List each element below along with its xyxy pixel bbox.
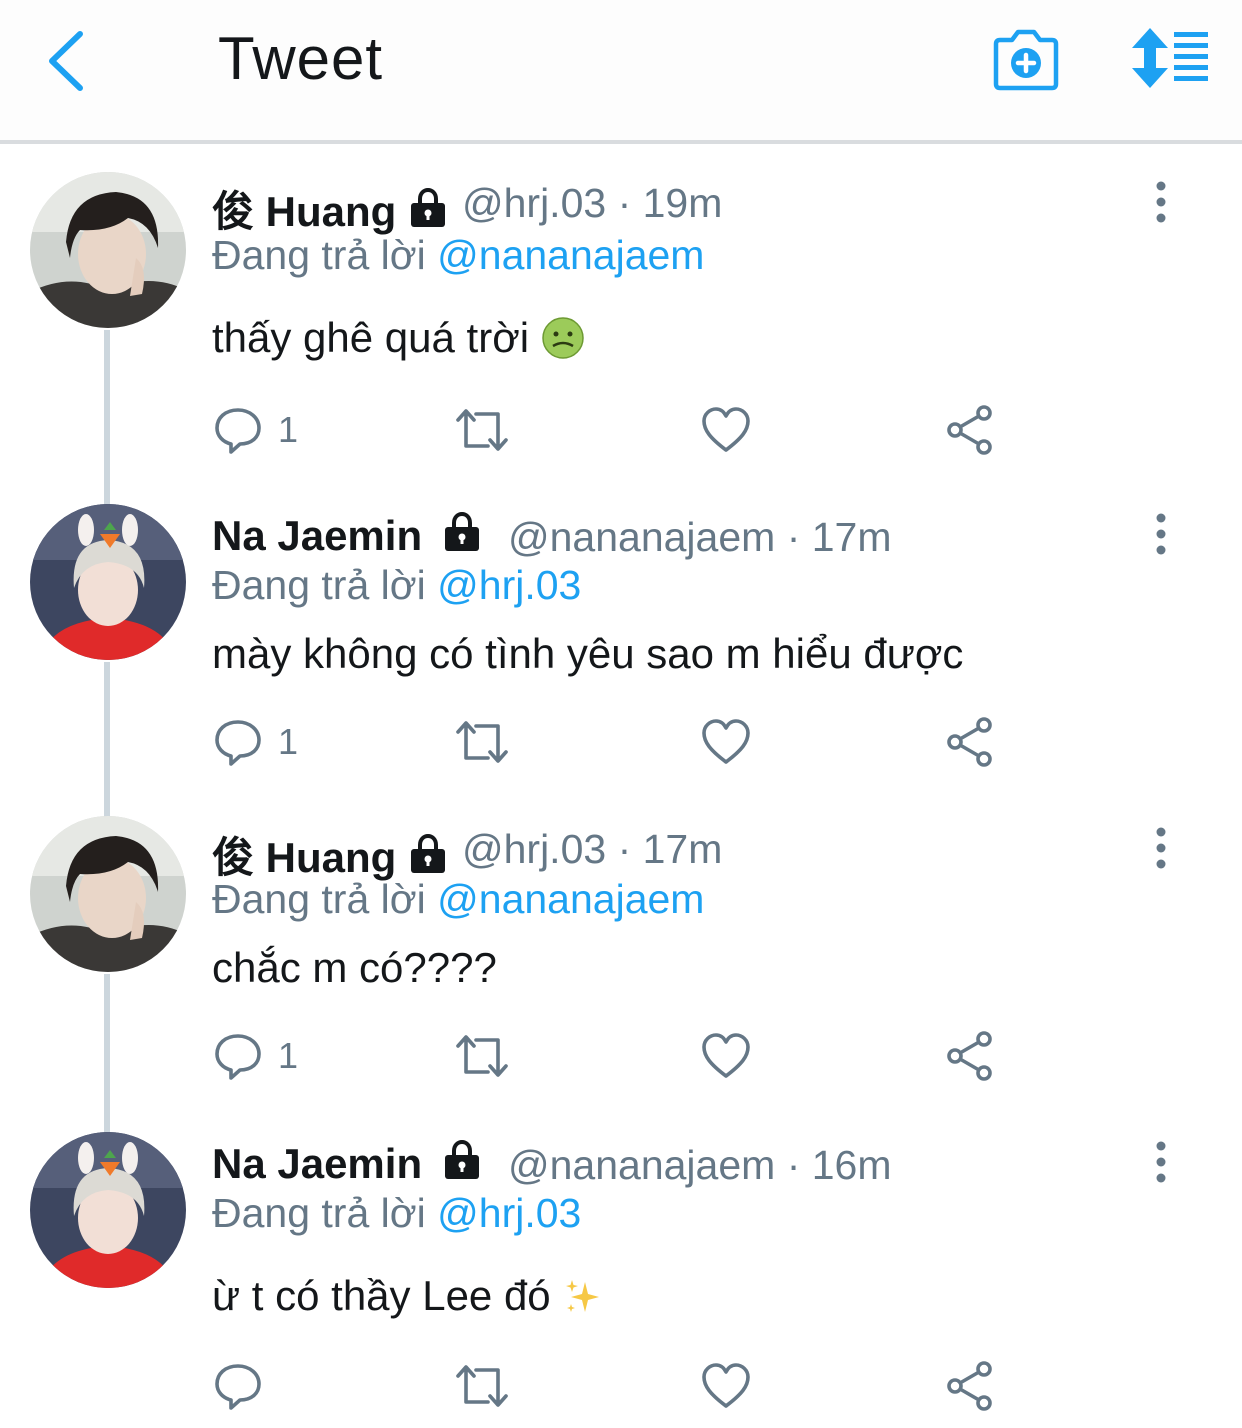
handle-time: @hrj.03 · 17m [462,826,723,872]
handle-time: @hrj.03 · 19m [462,180,723,226]
more-options-button[interactable] [1146,1140,1176,1184]
timestamp: 16m [811,1142,892,1188]
like-button[interactable] [700,1030,752,1082]
more-vertical-icon [1146,512,1176,556]
thread-line [104,974,110,1134]
like-button[interactable] [700,1360,752,1412]
heart-icon [700,1030,752,1082]
more-vertical-icon [1146,1140,1176,1184]
reply-button[interactable]: 1 [212,716,298,768]
lock-icon [442,1140,482,1180]
retweet-button[interactable] [452,1360,512,1412]
share-button[interactable] [944,716,996,768]
share-icon [944,404,996,456]
chevron-left-icon [49,31,83,91]
tweet-text: chắc m có???? [212,944,497,991]
top-nav-bar: Tweet [0,0,1242,144]
share-button[interactable] [944,1360,996,1412]
like-button[interactable] [700,716,752,768]
camera-button[interactable] [990,26,1062,92]
tweet-text: thấy ghê quá trời [212,314,585,362]
timestamp: 17m [642,826,723,872]
more-options-button[interactable] [1146,180,1176,224]
handle: @hrj.03 [462,180,607,226]
replying-to: Đang trả lời @hrj.03 [212,562,582,608]
like-button[interactable] [700,404,752,456]
mention-link[interactable]: @nananajaem [437,232,704,278]
sort-toggle-button[interactable] [1128,26,1212,90]
reply-count: 1 [278,1035,299,1076]
share-button[interactable] [944,1030,996,1082]
reply-icon [212,1360,264,1412]
retweet-button[interactable] [452,1030,512,1082]
tweet-text: ừ t có thầy Lee đó [212,1272,603,1320]
handle: @hrj.03 [462,826,607,872]
avatar[interactable] [30,1132,186,1288]
mention-link[interactable]: @hrj.03 [437,1190,581,1236]
reply-count: 1 [278,721,299,762]
reply-count: 1 [278,409,299,450]
camera-plus-icon [993,29,1059,91]
timestamp: 17m [811,514,892,560]
share-icon [944,1360,996,1412]
display-name[interactable]: Na Jaemin [212,1140,482,1188]
reply-icon [212,404,264,456]
heart-icon [700,716,752,768]
thread-line [104,662,110,818]
replying-to: Đang trả lời @nananajaem [212,232,705,278]
avatar[interactable] [30,816,186,972]
reply-button[interactable]: 1 [212,404,298,456]
handle-time: @nananajaem · 16m [508,1142,892,1188]
reply-button[interactable] [212,1360,278,1412]
retweet-icon [452,1360,512,1412]
replying-to: Đang trả lời @hrj.03 [212,1190,582,1236]
retweet-button[interactable] [452,404,512,456]
heart-icon [700,1360,752,1412]
back-button[interactable] [40,28,100,92]
retweet-icon [452,1030,512,1082]
more-vertical-icon [1146,180,1176,224]
avatar[interactable] [30,504,186,660]
avatar[interactable] [30,172,186,328]
share-icon [944,716,996,768]
share-button[interactable] [944,404,996,456]
page-title: Tweet [218,25,384,92]
mention-link[interactable]: @hrj.03 [437,562,581,608]
retweet-icon [452,404,512,456]
heart-icon [700,404,752,456]
reply-icon [212,1030,264,1082]
timestamp: 19m [642,180,723,226]
more-options-button[interactable] [1146,826,1176,870]
retweet-icon [452,716,512,768]
handle: @nananajaem [508,514,776,560]
replying-to: Đang trả lời @nananajaem [212,876,705,922]
more-vertical-icon [1146,826,1176,870]
reply-icon [212,716,264,768]
tweet-text: mày không có tình yêu sao m hiểu được [212,630,964,677]
reply-button[interactable]: 1 [212,1030,298,1082]
display-name[interactable]: 俊 Huang [212,178,448,239]
share-icon [944,1030,996,1082]
thread-line [104,330,110,506]
display-name[interactable]: Na Jaemin [212,512,482,560]
mention-link[interactable]: @nananajaem [437,876,704,922]
handle-time: @nananajaem · 17m [508,514,892,560]
lock-icon [442,512,482,552]
lock-icon [408,188,448,228]
sparkles-icon [565,1280,599,1312]
lock-icon [408,834,448,874]
handle: @nananajaem [508,1142,776,1188]
nauseated-face-icon [542,317,584,359]
more-options-button[interactable] [1146,512,1176,556]
retweet-button[interactable] [452,716,512,768]
sort-arrows-icon [1132,28,1208,88]
